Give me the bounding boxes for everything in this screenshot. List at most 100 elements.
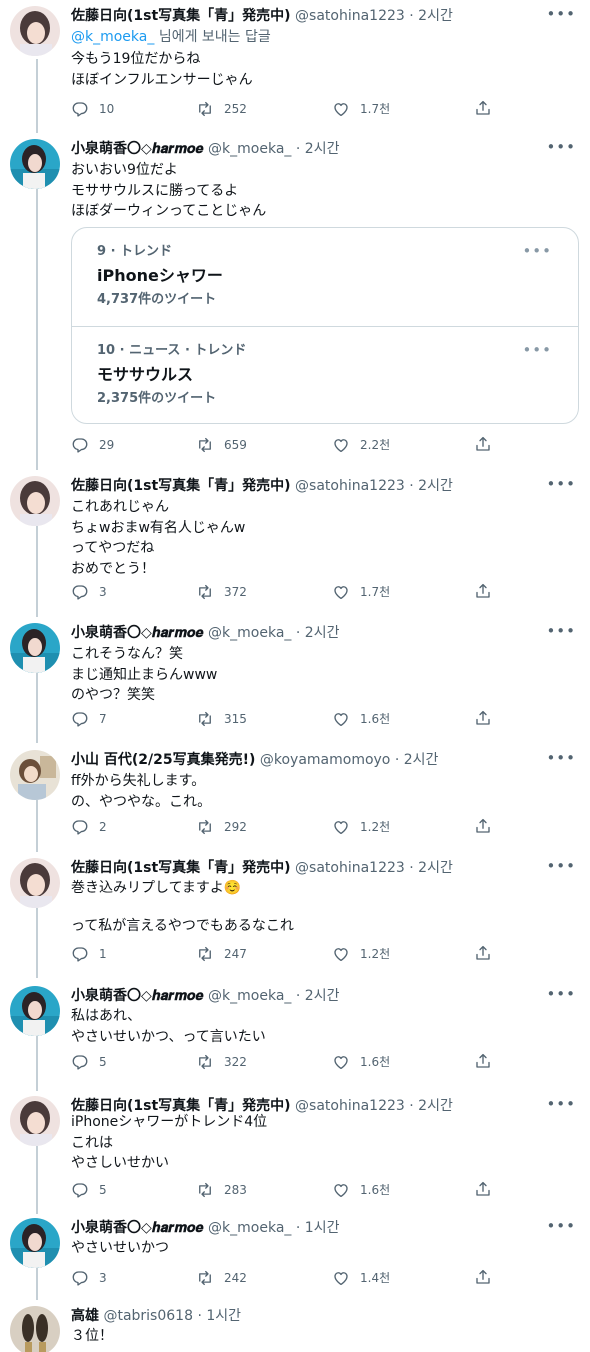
share-button[interactable] — [474, 1268, 492, 1286]
more-icon[interactable]: ••• — [546, 986, 576, 1002]
author-handle[interactable]: @k_moeka_ — [208, 988, 291, 1004]
author-name[interactable]: 高雄 — [71, 1308, 99, 1324]
tweet[interactable]: 高雄 @tabris0618 · 1시간 ３位！ — [0, 1300, 590, 1352]
tweet[interactable]: 佐藤日向(1st写真集「青」発売中) @satohina1223 · 2시간 •… — [0, 1090, 590, 1205]
share-button[interactable] — [474, 1052, 492, 1070]
share-button[interactable] — [474, 435, 492, 453]
timestamp[interactable]: 2시간 — [418, 478, 453, 494]
timestamp[interactable]: 2시간 — [305, 988, 340, 1004]
author-handle[interactable]: @k_moeka_ — [208, 625, 291, 641]
avatar[interactable] — [10, 750, 60, 800]
avatar[interactable] — [10, 1218, 60, 1268]
avatar[interactable] — [10, 139, 60, 189]
avatar[interactable] — [10, 6, 60, 56]
author-handle[interactable]: @tabris0618 — [103, 1308, 193, 1324]
reply-button[interactable]: 5 — [71, 1052, 107, 1072]
reply-button[interactable]: 3 — [71, 582, 107, 602]
timestamp[interactable]: 2시간 — [404, 752, 439, 768]
tweet[interactable]: 佐藤日向(1st写真集「青」発売中) @satohina1223 · 2시간 •… — [0, 470, 590, 610]
author-name[interactable]: 小泉萌香〇◇𝒉𝒂𝒓𝒎𝒐𝒆 — [71, 1220, 204, 1236]
like-button[interactable]: 1.4천 — [332, 1268, 390, 1288]
tweet[interactable]: 小泉萌香〇◇𝒉𝒂𝒓𝒎𝒐𝒆 @k_moeka_ · 2시간 ••• 私はあれ、 や… — [0, 980, 590, 1080]
author-name[interactable]: 佐藤日向(1st写真集「青」発売中) — [71, 478, 291, 494]
reply-button[interactable]: 29 — [71, 435, 114, 455]
retweet-button[interactable]: 283 — [196, 1180, 247, 1200]
more-icon[interactable]: ••• — [546, 1218, 576, 1234]
timestamp[interactable]: 2시간 — [305, 625, 340, 641]
like-button[interactable]: 1.6천 — [332, 1052, 390, 1072]
tweet[interactable]: 小山 百代(2/25写真集発売!) @koyamamomoyo · 2시간 ••… — [0, 744, 590, 844]
more-icon[interactable]: ••• — [522, 342, 552, 358]
author-handle[interactable]: @satohina1223 — [295, 860, 405, 876]
retweet-button[interactable]: 659 — [196, 435, 247, 455]
more-icon[interactable]: ••• — [546, 6, 576, 22]
avatar[interactable] — [10, 623, 60, 673]
tweet[interactable]: 小泉萌香〇◇𝒉𝒂𝒓𝒎𝒐𝒆 @k_moeka_ · 2시간 ••• これそうなん？… — [0, 617, 590, 737]
author-name[interactable]: 小山 百代(2/25写真集発売!) — [71, 752, 255, 768]
author-name[interactable]: 小泉萌香〇◇𝒉𝒂𝒓𝒎𝒐𝒆 — [71, 625, 204, 641]
author-name[interactable]: 小泉萌香〇◇𝒉𝒂𝒓𝒎𝒐𝒆 — [71, 988, 204, 1004]
tweet[interactable]: 佐藤日向(1st写真集「青」発売中) @satohina1223 · 2시간 •… — [0, 852, 590, 972]
retweet-button[interactable]: 322 — [196, 1052, 247, 1072]
more-icon[interactable]: ••• — [546, 476, 576, 492]
share-button[interactable] — [474, 944, 492, 962]
timestamp[interactable]: 2시간 — [305, 141, 340, 157]
avatar[interactable] — [10, 1096, 60, 1146]
author-name[interactable]: 佐藤日向(1st写真集「青」発売中) — [71, 860, 291, 876]
retweet-button[interactable]: 247 — [196, 944, 247, 964]
author-handle[interactable]: @satohina1223 — [295, 478, 405, 494]
reply-mention-link[interactable]: @k_moeka_ — [71, 29, 154, 45]
retweet-button[interactable]: 315 — [196, 709, 247, 729]
like-button[interactable]: 1.7천 — [332, 582, 390, 602]
avatar[interactable] — [10, 476, 60, 526]
tweet[interactable]: 佐藤日向(1st写真集「青」発売中) @satohina1223 · 2시간 •… — [0, 0, 590, 130]
share-button[interactable] — [474, 709, 492, 727]
retweet-button[interactable]: 372 — [196, 582, 247, 602]
author-name[interactable]: 小泉萌香〇◇𝒉𝒂𝒓𝒎𝒐𝒆 — [71, 141, 204, 157]
more-icon[interactable]: ••• — [546, 623, 576, 639]
reply-button[interactable]: 1 — [71, 944, 107, 964]
trend-card[interactable]: 9 · トレンド iPhoneシャワー 4,737件のツイート ••• 10 ·… — [71, 227, 579, 424]
retweet-button[interactable]: 242 — [196, 1268, 247, 1288]
retweet-button[interactable]: 252 — [196, 99, 247, 119]
trend-item[interactable]: 9 · トレンド iPhoneシャワー 4,737件のツイート ••• — [72, 228, 578, 326]
tweet[interactable]: 小泉萌香〇◇𝒉𝒂𝒓𝒎𝒐𝒆 @k_moeka_ · 1시간 ••• やさいせいかつ… — [0, 1212, 590, 1297]
author-name[interactable]: 佐藤日向(1st写真集「青」発売中) — [71, 8, 291, 24]
author-handle[interactable]: @koyamamomoyo — [260, 752, 391, 768]
share-button[interactable] — [474, 817, 492, 835]
like-button[interactable]: 1.6천 — [332, 1180, 390, 1200]
author-handle[interactable]: @k_moeka_ — [208, 141, 291, 157]
like-button[interactable]: 1.2천 — [332, 944, 390, 964]
more-icon[interactable]: ••• — [546, 858, 576, 874]
avatar[interactable] — [10, 858, 60, 908]
like-button[interactable]: 1.7천 — [332, 99, 390, 119]
like-button[interactable]: 1.6천 — [332, 709, 390, 729]
like-button[interactable]: 1.2천 — [332, 817, 390, 837]
author-handle[interactable]: @k_moeka_ — [208, 1220, 291, 1236]
timestamp[interactable]: 2시간 — [418, 1098, 453, 1114]
like-button[interactable]: 2.2천 — [332, 435, 390, 455]
more-icon[interactable]: ••• — [546, 750, 576, 766]
more-icon[interactable]: ••• — [522, 243, 552, 259]
retweet-button[interactable]: 292 — [196, 817, 247, 837]
timestamp[interactable]: 1시간 — [305, 1220, 340, 1236]
more-icon[interactable]: ••• — [546, 139, 576, 155]
share-button[interactable] — [474, 99, 492, 117]
timestamp[interactable]: 1시간 — [206, 1308, 241, 1324]
more-icon[interactable]: ••• — [546, 1096, 576, 1112]
reply-button[interactable]: 7 — [71, 709, 107, 729]
reply-button[interactable]: 10 — [71, 99, 114, 119]
trend-item[interactable]: 10 · ニュース · トレンド モササウルス 2,375件のツイート ••• — [72, 326, 578, 423]
avatar[interactable] — [10, 1306, 60, 1352]
reply-button[interactable]: 5 — [71, 1180, 107, 1200]
share-button[interactable] — [474, 1180, 492, 1198]
avatar[interactable] — [10, 986, 60, 1036]
reply-button[interactable]: 3 — [71, 1268, 107, 1288]
author-handle[interactable]: @satohina1223 — [295, 8, 405, 24]
reply-button[interactable]: 2 — [71, 817, 107, 837]
author-handle[interactable]: @satohina1223 — [295, 1098, 405, 1114]
tweet[interactable]: 小泉萌香〇◇𝒉𝒂𝒓𝒎𝒐𝒆 @k_moeka_ · 2시간 ••• おいおい9位だ… — [0, 133, 590, 463]
timestamp[interactable]: 2시간 — [418, 860, 453, 876]
share-button[interactable] — [474, 582, 492, 600]
timestamp[interactable]: 2시간 — [418, 8, 453, 24]
